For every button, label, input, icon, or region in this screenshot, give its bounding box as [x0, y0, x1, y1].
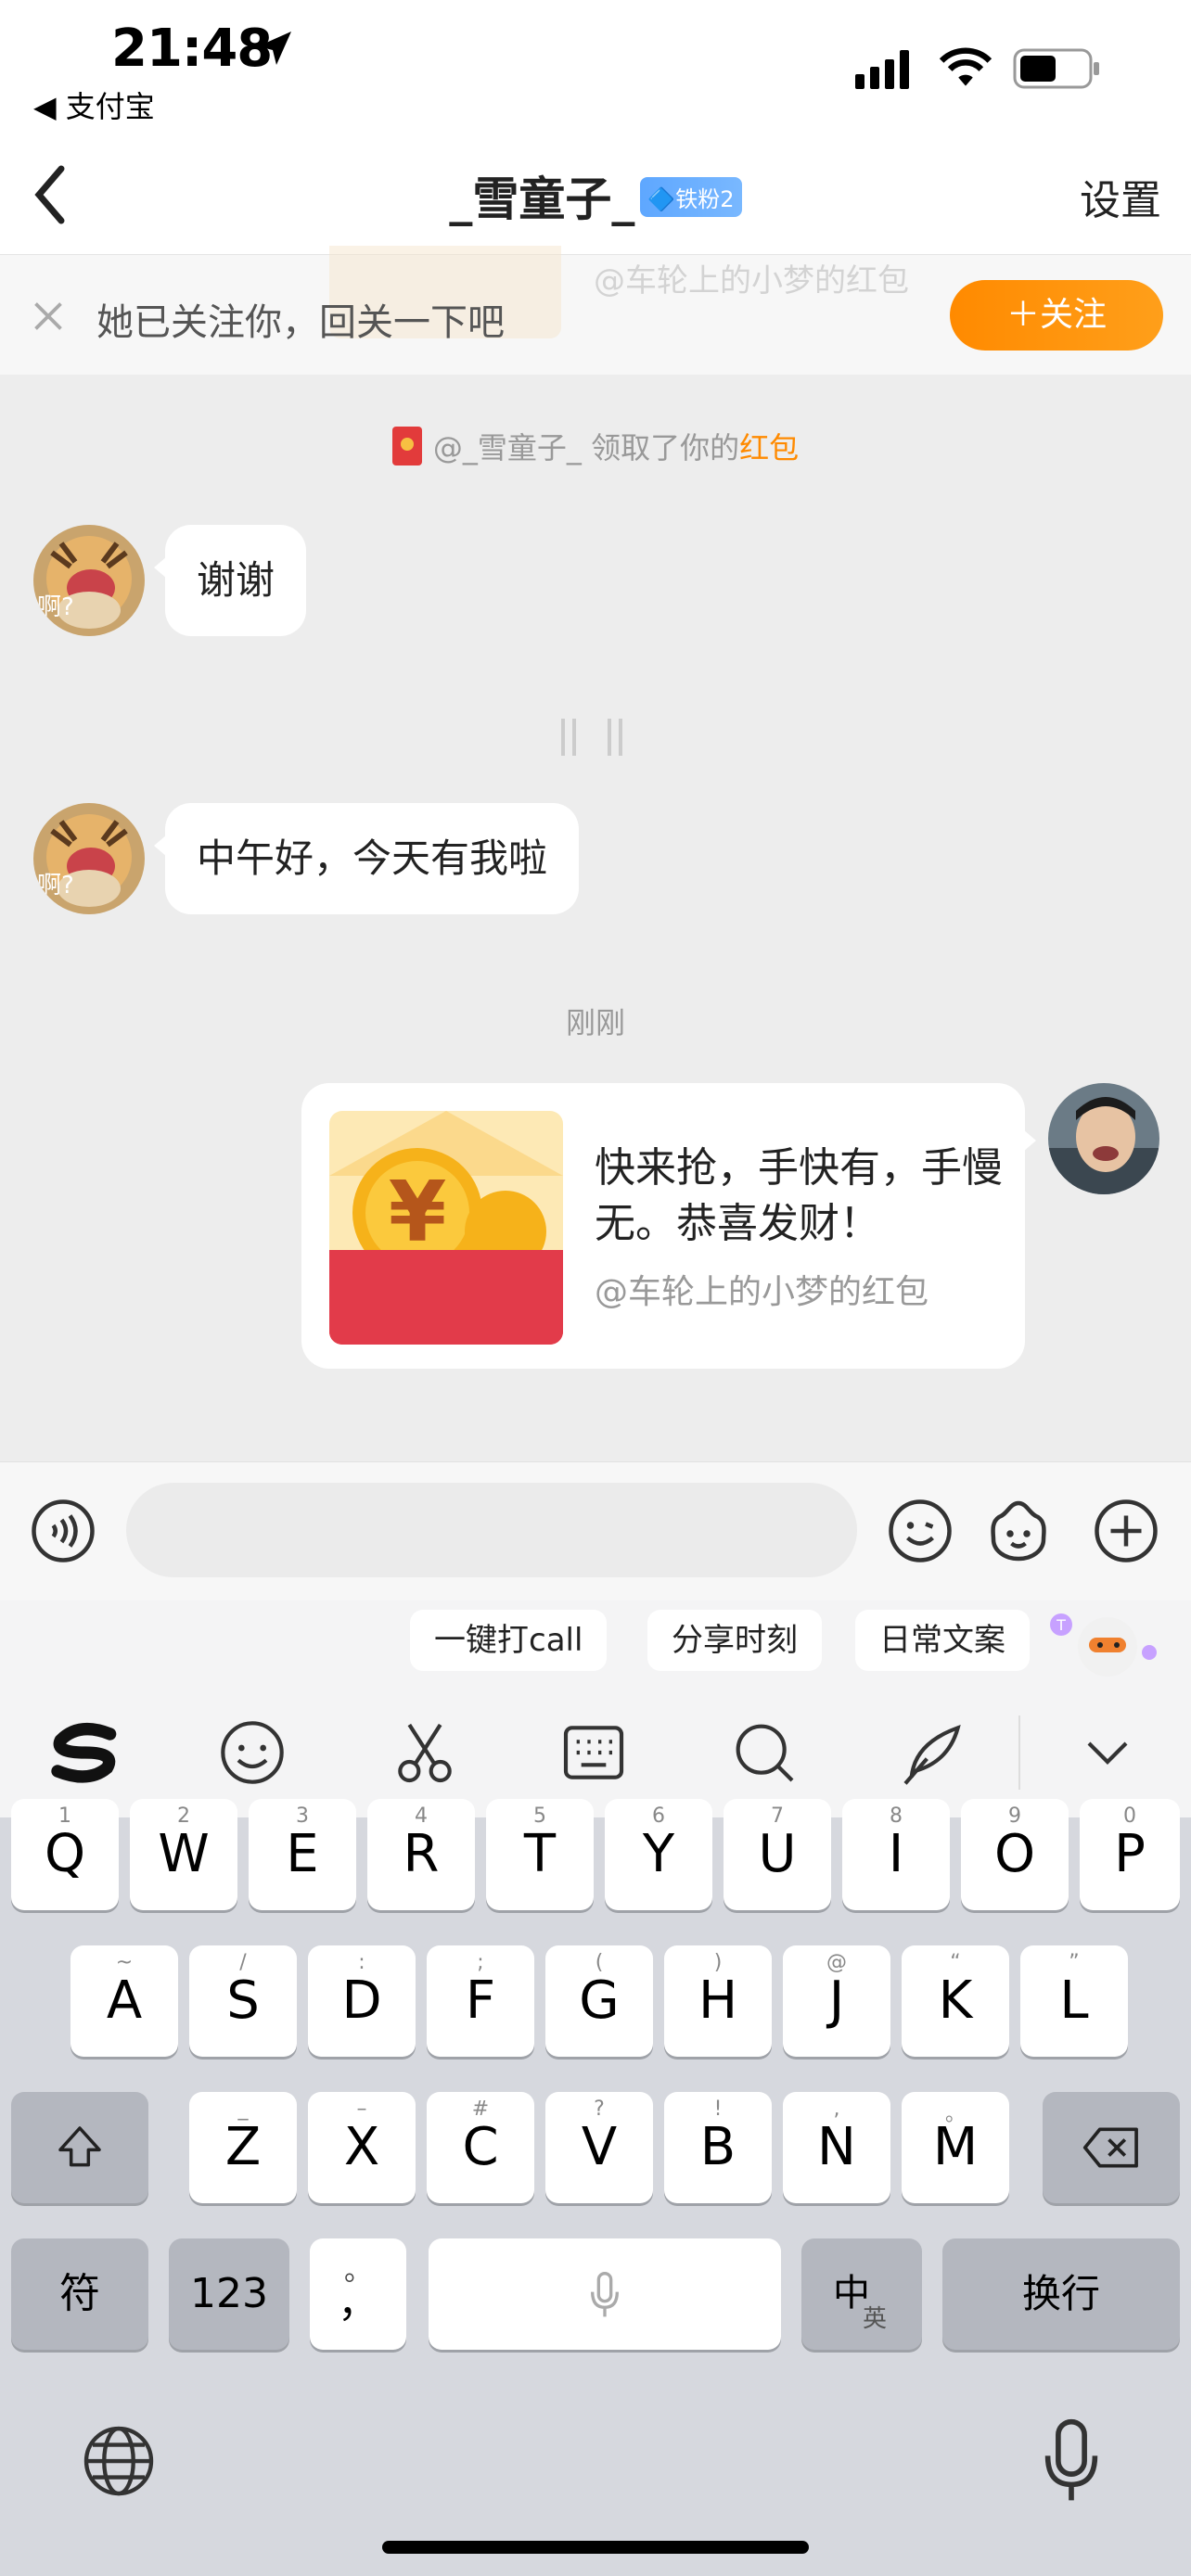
close-icon[interactable] — [32, 300, 65, 333]
coin-envelope-icon: ¥ — [329, 1111, 563, 1345]
keyboard-suggestion-bar: 一键打call 分享时刻 日常文案 T — [0, 1600, 1191, 1688]
key-d[interactable]: :D — [308, 1945, 416, 2057]
key-g[interactable]: (G — [545, 1945, 653, 2057]
key-u[interactable]: 7U — [724, 1799, 831, 1910]
suggestion-chip[interactable]: 分享时刻 — [647, 1610, 822, 1671]
contact-avatar[interactable]: 啊? — [33, 525, 145, 636]
collapse-keyboard-icon[interactable] — [1070, 1715, 1145, 1790]
toolbar-divider — [1018, 1715, 1020, 1790]
chat-header: _雪童子_ 🔷铁粉2 设置 — [0, 139, 1191, 254]
home-indicator — [382, 2541, 809, 2554]
punctuation-key[interactable]: 。， — [310, 2238, 406, 2350]
key-e[interactable]: 3E — [249, 1799, 356, 1910]
follow-prompt-text: 她已关注你，回关一下吧 — [96, 301, 505, 344]
key-c[interactable]: # C — [427, 2092, 534, 2203]
microphone-icon[interactable] — [1039, 2417, 1104, 2506]
space-key[interactable] — [429, 2238, 781, 2350]
key-l[interactable]: ” L — [1020, 1945, 1128, 2057]
key-x[interactable]: – X — [308, 2092, 416, 2203]
numbers-key[interactable]: 123 — [169, 2238, 289, 2350]
message-bubble[interactable]: 中午好，今天有我啦 — [153, 803, 580, 914]
status-time: 21:48 — [111, 19, 273, 79]
key-j[interactable]: @ J — [783, 1945, 890, 2057]
search-icon[interactable] — [727, 1715, 801, 1790]
red-packet-icon — [391, 427, 422, 465]
dictation-mic-icon — [591, 2272, 619, 2317]
suggestion-chip[interactable]: 日常文案 — [855, 1610, 1030, 1671]
follow-suggestion-bar: @车轮上的小梦的红包 她已关注你，回关一下吧 ＋关注 — [0, 246, 1191, 375]
my-avatar[interactable] — [1048, 1083, 1159, 1194]
emoji-keyboard-icon[interactable] — [215, 1715, 289, 1790]
key-q[interactable]: 1Q — [11, 1799, 119, 1910]
status-bar: 21:48 ◀ 支付宝 — [0, 0, 1191, 139]
svg-text:T: T — [1056, 1616, 1066, 1634]
key-w[interactable]: 2W — [130, 1799, 237, 1910]
contact-avatar[interactable]: 啊? — [33, 803, 145, 914]
contact-name: _雪童子_ — [449, 172, 635, 226]
battery-icon — [1013, 48, 1099, 89]
key-k[interactable]: “K — [902, 1945, 1009, 2057]
page-title: _雪童子_ 🔷铁粉2 — [0, 162, 1191, 229]
symbols-key[interactable]: 符 — [11, 2238, 148, 2350]
message-bubble[interactable]: 谢谢 — [153, 525, 307, 636]
red-packet-greeting: 快来抢，手快有，手慢无。恭喜发财！ — [595, 1144, 1003, 1247]
scrolled-red-packet-ghost-text: @车轮上的小梦的红包 — [594, 262, 909, 300]
keyboard-toolbar — [0, 1688, 1191, 1817]
scissors-icon[interactable] — [388, 1715, 462, 1790]
key-v[interactable]: ? V — [545, 2092, 653, 2203]
cellular-signal-icon — [855, 50, 909, 89]
system-message-text: @_雪童子_ 领取了你的 — [432, 430, 740, 465]
message-timestamp: 刚刚 — [565, 1005, 625, 1040]
sticker-icon[interactable] — [985, 1498, 1052, 1564]
suggestion-chip[interactable]: 一键打call — [410, 1610, 608, 1671]
keyboard-layout-icon[interactable] — [557, 1715, 631, 1790]
fan-level-badge: 🔷铁粉2 — [640, 177, 742, 217]
globe-icon[interactable] — [80, 2422, 158, 2500]
backspace-key[interactable] — [1043, 2092, 1180, 2203]
key-h[interactable]: ) H — [664, 1945, 772, 2057]
typing-indicator-icon — [561, 719, 622, 756]
svg-text:¥: ¥ — [389, 1164, 447, 1261]
add-icon[interactable] — [1093, 1498, 1159, 1564]
message-input-bar — [0, 1461, 1191, 1600]
red-packet-image: ¥ — [329, 1111, 563, 1345]
red-packet-card[interactable]: ¥ 快来抢，手快有，手慢无。恭喜发财！ @车轮上的小梦的红包 — [301, 1083, 1036, 1369]
backspace-icon — [1082, 2127, 1138, 2168]
sogou-logo-icon[interactable] — [48, 1715, 122, 1790]
red-packet-sender: @车轮上的小梦的红包 — [595, 1273, 929, 1311]
shift-arrow-icon — [58, 2126, 101, 2167]
key-o[interactable]: 9O — [961, 1799, 1069, 1910]
language-switch-key[interactable]: 中 英 — [801, 2238, 922, 2350]
key-b[interactable]: ! B — [664, 2092, 772, 2203]
keyboard: 一键打call 分享时刻 日常文案 T 1Q 2W 3E 4R 5T 6Y 7U… — [0, 1600, 1191, 2576]
key-y[interactable]: 6Y — [605, 1799, 712, 1910]
key-t[interactable]: 5T — [486, 1799, 594, 1910]
voice-input-icon[interactable] — [30, 1498, 96, 1564]
return-key[interactable]: 换行 — [942, 2238, 1180, 2350]
system-message: @_雪童子_ 领取了你的红包 — [0, 425, 1191, 469]
user-photo-avatar — [1048, 1083, 1159, 1194]
back-to-app-link[interactable]: ◀ 支付宝 — [33, 83, 155, 126]
key-s[interactable]: / S — [189, 1945, 297, 2057]
red-packet-link[interactable]: 红包 — [739, 430, 799, 465]
wifi-icon — [939, 47, 992, 86]
shift-key[interactable] — [11, 2092, 148, 2203]
keyboard-mascot-icon[interactable]: T — [1043, 1604, 1163, 1682]
key-z[interactable]: _ Z — [189, 2092, 297, 2203]
follow-button[interactable]: ＋关注 — [950, 280, 1163, 351]
location-arrow-icon — [258, 32, 291, 65]
key-i[interactable]: 8I — [842, 1799, 950, 1910]
key-r[interactable]: 4R — [367, 1799, 475, 1910]
key-a[interactable]: ~ A — [70, 1945, 178, 2057]
avatar-caption: 啊? — [37, 593, 74, 621]
settings-button[interactable]: 设置 — [1080, 167, 1161, 226]
message-input[interactable] — [126, 1483, 857, 1577]
avatar-caption: 啊? — [37, 872, 74, 899]
feather-pen-icon[interactable] — [896, 1715, 970, 1790]
emoji-icon[interactable] — [887, 1498, 954, 1564]
key-p[interactable]: 0P — [1080, 1799, 1180, 1910]
key-f[interactable]: ; F — [427, 1945, 534, 2057]
key-m[interactable]: 。 M — [902, 2092, 1009, 2203]
key-n[interactable]: ,N — [783, 2092, 890, 2203]
